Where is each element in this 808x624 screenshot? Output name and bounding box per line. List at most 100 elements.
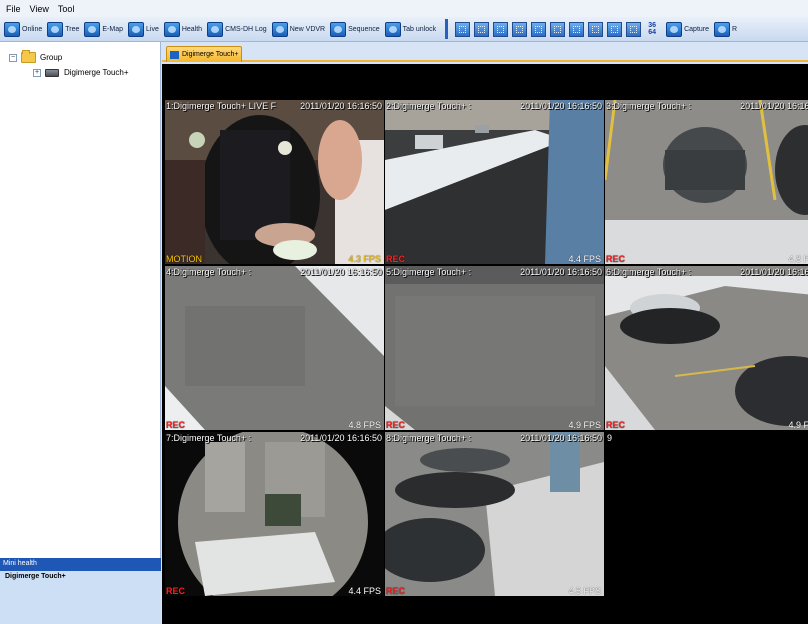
camera-6-title: 6:Digimerge Touch+ : bbox=[606, 267, 692, 277]
camera-4-timestamp: 2011/01/20 16:16:50 bbox=[300, 267, 382, 277]
tree-node-device[interactable]: + Digimerge Touch+ bbox=[33, 68, 129, 77]
r-button[interactable]: R bbox=[712, 19, 740, 39]
tab-strip: Digimerge Touch+ bbox=[162, 42, 808, 62]
camera-6-feed bbox=[605, 266, 808, 430]
camera-7-timestamp: 2011/01/20 16:16:50 bbox=[300, 433, 382, 443]
tab-digimerge-touch[interactable]: Digimerge Touch+ bbox=[166, 46, 242, 62]
camera-8-feed bbox=[385, 432, 604, 596]
camera-2-fps: 4.4 FPS bbox=[568, 254, 601, 264]
dvr-icon bbox=[45, 68, 59, 77]
camera-tile-6[interactable]: 6:Digimerge Touch+ : 2011/01/20 16:16:50… bbox=[605, 266, 808, 430]
camera-7-status: REC bbox=[166, 586, 186, 596]
layout-13-icon[interactable] bbox=[569, 21, 585, 37]
sequence-button[interactable]: Sequence bbox=[328, 19, 383, 39]
toolbar-separator bbox=[445, 19, 449, 39]
camera-1-title: 1:Digimerge Touch+ LIVE F bbox=[166, 101, 277, 111]
camera-2-timestamp: 2011/01/20 16:16:50 bbox=[520, 101, 602, 111]
camera-5-feed bbox=[385, 266, 604, 430]
sequence-icon bbox=[330, 21, 347, 37]
camera-7-title: 7:Digimerge Touch+ : bbox=[166, 433, 252, 443]
mini-health-panel: Digimerge Touch+ bbox=[0, 571, 161, 624]
layout-6-icon[interactable] bbox=[493, 21, 509, 37]
layout-9-icon[interactable] bbox=[531, 21, 547, 37]
live-icon bbox=[128, 21, 144, 37]
camera-2-status: REC bbox=[386, 254, 406, 264]
folder-icon bbox=[21, 50, 36, 63]
camera-8-status: REC bbox=[386, 586, 406, 596]
camera-tile-7[interactable]: 7:Digimerge Touch+ : 2011/01/20 16:16:50… bbox=[165, 432, 384, 596]
layout-36-64-button[interactable]: 36 64 bbox=[645, 22, 659, 37]
camera-3-title: 3:Digimerge Touch+ : bbox=[606, 101, 692, 111]
camera-7-fps: 4.4 FPS bbox=[348, 586, 381, 596]
camera-9-number: 9 bbox=[607, 433, 613, 443]
camera-2-feed bbox=[385, 100, 604, 264]
camera-6-status: REC bbox=[606, 420, 626, 430]
camera-tile-3[interactable]: 3:Digimerge Touch+ : 2011/01/20 16:16:50… bbox=[605, 100, 808, 264]
capture-button[interactable]: Capture bbox=[664, 19, 712, 39]
menu-view[interactable]: View bbox=[30, 4, 49, 14]
camera-tile-5[interactable]: 5:Digimerge Touch+ : 2011/01/20 16:16:50… bbox=[385, 266, 604, 430]
collapse-icon[interactable]: − bbox=[9, 53, 17, 62]
camera-5-status: REC bbox=[386, 420, 406, 430]
camera-6-timestamp: 2011/01/20 16:16:50 bbox=[740, 267, 808, 277]
camera-5-title: 5:Digimerge Touch+ : bbox=[386, 267, 472, 277]
emap-icon bbox=[84, 21, 101, 37]
camera-2-title: 2:Digimerge Touch+ : bbox=[386, 101, 472, 111]
camera-3-feed bbox=[605, 100, 808, 264]
camera-1-feed bbox=[165, 100, 384, 264]
layout-16-icon[interactable] bbox=[588, 21, 604, 37]
mini-health-device[interactable]: Digimerge Touch+ bbox=[0, 571, 161, 580]
capture-icon bbox=[666, 21, 683, 37]
tree-icon bbox=[47, 21, 64, 37]
online-icon bbox=[4, 21, 20, 37]
camera-3-timestamp: 2011/01/20 16:16:50 bbox=[740, 101, 808, 111]
camera-4-feed bbox=[165, 266, 384, 430]
unlock-icon bbox=[384, 21, 401, 37]
layout-8-icon[interactable] bbox=[512, 21, 528, 37]
vdvr-icon bbox=[271, 21, 288, 37]
camera-8-fps: 4.5 FPS bbox=[568, 586, 601, 596]
main-toolbar: Online Tree E-Map Live Health CMS-DH Log… bbox=[0, 17, 808, 42]
camera-3-fps: 4.8 FPS bbox=[788, 254, 808, 264]
device-tree-panel: − Group + Digimerge Touch+ bbox=[0, 42, 161, 558]
camera-6-fps: 4.9 FPS bbox=[788, 420, 808, 430]
video-grid: 1:Digimerge Touch+ LIVE F 2011/01/20 16:… bbox=[162, 64, 808, 624]
menu-tool[interactable]: Tool bbox=[58, 4, 75, 14]
online-button[interactable]: Online bbox=[2, 19, 45, 39]
cms-dh-log-button[interactable]: CMS-DH Log bbox=[205, 19, 270, 39]
camera-tile-1[interactable]: 1:Digimerge Touch+ LIVE F 2011/01/20 16:… bbox=[165, 100, 384, 264]
health-button[interactable]: Health bbox=[162, 19, 205, 39]
camera-1-fps: 4.3 FPS bbox=[348, 254, 381, 264]
menu-file[interactable]: File bbox=[6, 4, 21, 14]
health-icon bbox=[163, 21, 180, 37]
camera-4-fps: 4.8 FPS bbox=[348, 420, 381, 430]
camera-3-status: REC bbox=[606, 254, 626, 264]
emap-button[interactable]: E-Map bbox=[82, 19, 126, 39]
camera-tab-icon bbox=[170, 50, 179, 59]
camera-8-title: 8:Digimerge Touch+ : bbox=[386, 433, 472, 443]
camera-1-status: MOTION bbox=[166, 254, 202, 264]
layout-10-icon[interactable] bbox=[550, 21, 566, 37]
live-button[interactable]: Live bbox=[126, 19, 162, 39]
tree-device-label: Digimerge Touch+ bbox=[64, 68, 129, 77]
camera-7-feed bbox=[165, 432, 384, 596]
camera-8-timestamp: 2011/01/20 16:16:50 bbox=[520, 433, 602, 443]
camera-tile-4[interactable]: 4:Digimerge Touch+ : 2011/01/20 16:16:50… bbox=[165, 266, 384, 430]
log-icon bbox=[207, 21, 224, 37]
camera-tile-8[interactable]: 8:Digimerge Touch+ : 2011/01/20 16:16:50… bbox=[385, 432, 604, 596]
layout-4-icon[interactable] bbox=[474, 21, 490, 37]
camera-5-fps: 4.9 FPS bbox=[568, 420, 601, 430]
tree-node-group[interactable]: − Group bbox=[9, 50, 62, 63]
camera-5-timestamp: 2011/01/20 16:16:50 bbox=[520, 267, 602, 277]
tab-unlock-button[interactable]: Tab unlock bbox=[383, 19, 439, 39]
camera-tile-9-empty[interactable]: 9 bbox=[605, 432, 808, 596]
layout-25-icon[interactable] bbox=[607, 21, 623, 37]
expand-icon[interactable]: + bbox=[33, 68, 41, 77]
layout-1-icon[interactable] bbox=[455, 21, 471, 37]
layout-fullscreen-icon[interactable] bbox=[626, 21, 642, 37]
camera-1-timestamp: 2011/01/20 16:16:50 bbox=[300, 101, 382, 111]
new-vdvr-button[interactable]: New VDVR bbox=[270, 19, 328, 39]
camera-tile-2[interactable]: 2:Digimerge Touch+ : 2011/01/20 16:16:50… bbox=[385, 100, 604, 264]
tree-button[interactable]: Tree bbox=[45, 19, 82, 39]
camera-4-status: REC bbox=[166, 420, 186, 430]
